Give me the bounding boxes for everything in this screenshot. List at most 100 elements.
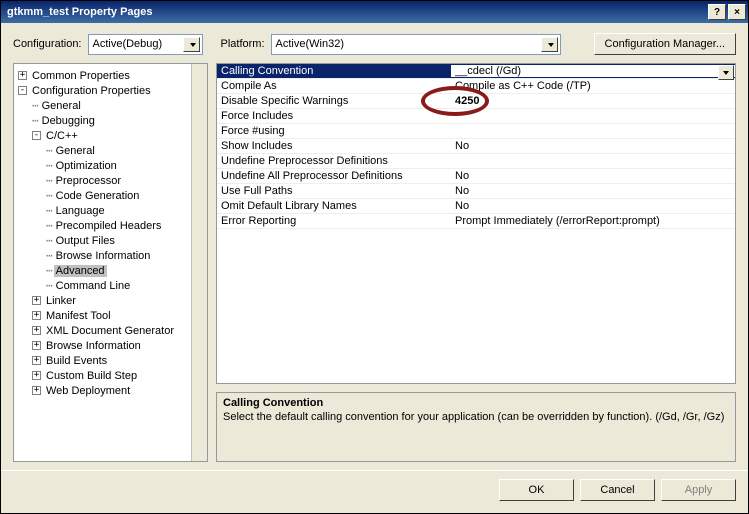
- expand-icon[interactable]: +: [18, 71, 27, 80]
- tree-item[interactable]: ⋯Language: [16, 203, 189, 218]
- expand-icon[interactable]: +: [32, 386, 41, 395]
- property-label: Calling Convention: [217, 65, 451, 77]
- tree-view[interactable]: +Common Properties-Configuration Propert…: [14, 64, 191, 461]
- property-value[interactable]: No: [451, 185, 735, 197]
- platform-combo[interactable]: Active(Win32): [271, 34, 561, 55]
- apply-button[interactable]: Apply: [661, 479, 736, 501]
- platform-label: Platform:: [221, 38, 265, 50]
- property-label: Error Reporting: [217, 215, 451, 227]
- description-panel: Calling Convention Select the default ca…: [216, 392, 736, 462]
- tree-item[interactable]: ⋯Precompiled Headers: [16, 218, 189, 233]
- configuration-manager-button[interactable]: Configuration Manager...: [594, 33, 736, 55]
- property-label: Undefine Preprocessor Definitions: [217, 155, 451, 167]
- tree-connector-icon: ⋯: [46, 234, 52, 247]
- tree-connector-icon: ⋯: [46, 204, 52, 217]
- tree-connector-icon: ⋯: [46, 249, 52, 262]
- expand-icon[interactable]: +: [32, 311, 41, 320]
- collapse-icon[interactable]: -: [18, 86, 27, 95]
- property-row[interactable]: Error ReportingPrompt Immediately (/erro…: [217, 214, 735, 229]
- property-row[interactable]: Disable Specific Warnings4250: [217, 94, 735, 109]
- tree-item[interactable]: +Custom Build Step: [16, 368, 189, 383]
- property-label: Compile As: [217, 80, 451, 92]
- property-row[interactable]: Omit Default Library NamesNo: [217, 199, 735, 214]
- expand-icon[interactable]: +: [32, 296, 41, 305]
- tree-connector-icon: ⋯: [46, 144, 52, 157]
- tree-item-label: Preprocessor: [54, 175, 123, 187]
- property-value[interactable]: __cdecl (/Gd): [451, 65, 735, 77]
- property-value[interactable]: No: [451, 140, 735, 152]
- tree-item-label: Configuration Properties: [30, 85, 153, 97]
- right-panel: Calling Convention__cdecl (/Gd)Compile A…: [216, 63, 736, 462]
- property-value[interactable]: 4250: [451, 95, 735, 107]
- tree-connector-icon: ⋯: [46, 159, 52, 172]
- expand-icon[interactable]: +: [32, 341, 41, 350]
- tree-item-label: Web Deployment: [44, 385, 132, 397]
- property-value[interactable]: No: [451, 200, 735, 212]
- property-label: Force #using: [217, 125, 451, 137]
- dropdown-icon[interactable]: [718, 65, 734, 80]
- tree-item-label: Advanced: [54, 265, 107, 277]
- property-label: Disable Specific Warnings: [217, 95, 451, 107]
- tree-item[interactable]: ⋯Command Line: [16, 278, 189, 293]
- tree-item[interactable]: ⋯Optimization: [16, 158, 189, 173]
- tree-panel: +Common Properties-Configuration Propert…: [13, 63, 208, 462]
- collapse-icon[interactable]: -: [32, 131, 41, 140]
- toolbar: Configuration: Active(Debug) Platform: A…: [1, 23, 748, 63]
- property-row[interactable]: Undefine Preprocessor Definitions: [217, 154, 735, 169]
- property-row[interactable]: Undefine All Preprocessor DefinitionsNo: [217, 169, 735, 184]
- property-row[interactable]: Force #using: [217, 124, 735, 139]
- tree-connector-icon: ⋯: [46, 264, 52, 277]
- tree-item-label: Build Events: [44, 355, 109, 367]
- footer: OK Cancel Apply: [1, 470, 748, 513]
- tree-item[interactable]: +Web Deployment: [16, 383, 189, 398]
- tree-item[interactable]: -C/C++: [16, 128, 189, 143]
- help-button[interactable]: ?: [708, 4, 726, 20]
- property-value[interactable]: No: [451, 170, 735, 182]
- tree-item[interactable]: ⋯Debugging: [16, 113, 189, 128]
- tree-item[interactable]: ⋯General: [16, 98, 189, 113]
- tree-item[interactable]: ⋯Preprocessor: [16, 173, 189, 188]
- tree-item[interactable]: ⋯Advanced: [16, 263, 189, 278]
- tree-item[interactable]: ⋯General: [16, 143, 189, 158]
- tree-item[interactable]: +Build Events: [16, 353, 189, 368]
- close-button[interactable]: ×: [728, 4, 746, 20]
- tree-connector-icon: ⋯: [32, 114, 38, 127]
- expand-icon[interactable]: +: [32, 371, 41, 380]
- ok-button[interactable]: OK: [499, 479, 574, 501]
- tree-item-label: Optimization: [54, 160, 119, 172]
- tree-item[interactable]: +Linker: [16, 293, 189, 308]
- expand-icon[interactable]: +: [32, 356, 41, 365]
- expand-icon[interactable]: +: [32, 326, 41, 335]
- property-row[interactable]: Force Includes: [217, 109, 735, 124]
- cancel-button[interactable]: Cancel: [580, 479, 655, 501]
- tree-item[interactable]: +Manifest Tool: [16, 308, 189, 323]
- configuration-combo[interactable]: Active(Debug): [88, 34, 203, 55]
- tree-item[interactable]: ⋯Code Generation: [16, 188, 189, 203]
- tree-item-label: Common Properties: [30, 70, 132, 82]
- description-text: Select the default calling convention fo…: [223, 411, 729, 423]
- tree-item[interactable]: -Configuration Properties: [16, 83, 189, 98]
- tree-item[interactable]: ⋯Browse Information: [16, 248, 189, 263]
- property-row[interactable]: Compile AsCompile as C++ Code (/TP): [217, 79, 735, 94]
- titlebar: gtkmm_test Property Pages ? ×: [1, 1, 748, 23]
- tree-item[interactable]: +XML Document Generator: [16, 323, 189, 338]
- tree-item-label: Linker: [44, 295, 78, 307]
- tree-item-label: Browse Information: [44, 340, 143, 352]
- tree-item-label: Manifest Tool: [44, 310, 113, 322]
- property-row[interactable]: Calling Convention__cdecl (/Gd): [217, 64, 735, 79]
- tree-item[interactable]: +Browse Information: [16, 338, 189, 353]
- property-value[interactable]: Compile as C++ Code (/TP): [451, 80, 735, 92]
- property-grid[interactable]: Calling Convention__cdecl (/Gd)Compile A…: [216, 63, 736, 384]
- property-label: Force Includes: [217, 110, 451, 122]
- property-row[interactable]: Use Full PathsNo: [217, 184, 735, 199]
- tree-item-label: Language: [54, 205, 107, 217]
- tree-item-label: XML Document Generator: [44, 325, 176, 337]
- tree-item-label: General: [54, 145, 97, 157]
- property-row[interactable]: Show IncludesNo: [217, 139, 735, 154]
- property-value[interactable]: Prompt Immediately (/errorReport:prompt): [451, 215, 735, 227]
- tree-scrollbar[interactable]: [191, 64, 207, 461]
- tree-item[interactable]: +Common Properties: [16, 68, 189, 83]
- tree-item[interactable]: ⋯Output Files: [16, 233, 189, 248]
- tree-connector-icon: ⋯: [46, 174, 52, 187]
- tree-item-label: Browse Information: [54, 250, 153, 262]
